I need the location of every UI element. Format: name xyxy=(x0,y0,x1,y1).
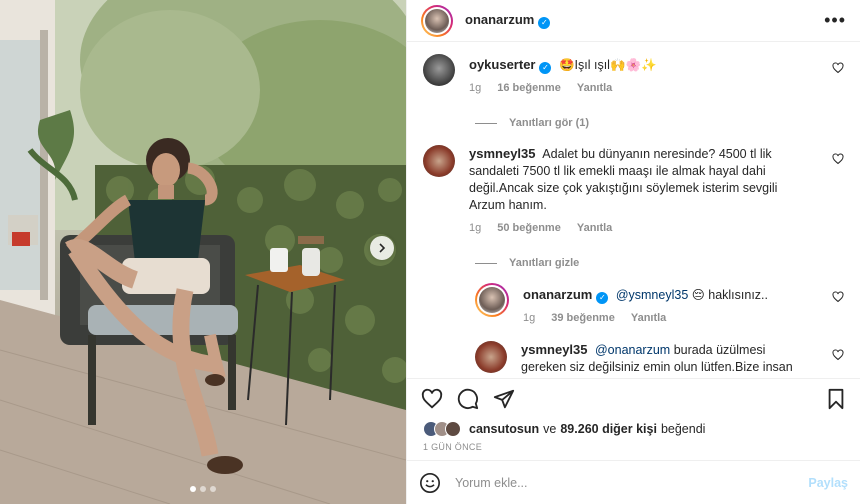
reply-button[interactable]: Yanıtla xyxy=(577,80,612,97)
reply-likes[interactable]: 39 beğenme xyxy=(551,310,615,327)
reply-mention[interactable]: @onanarzum xyxy=(595,343,670,357)
reply-button[interactable]: Yanıtla xyxy=(631,310,666,327)
comment-text: 🤩Işıl ışıl🙌🌸✨ xyxy=(558,58,657,72)
liker-avatars[interactable] xyxy=(423,421,461,437)
view-replies-label[interactable]: Yanıtları gör (1) xyxy=(509,117,589,129)
carousel-dot xyxy=(200,486,206,492)
author-name[interactable]: onanarzum xyxy=(465,12,534,27)
carousel-next-button[interactable] xyxy=(370,236,394,260)
carousel-dot xyxy=(210,486,216,492)
verified-badge-icon: ✓ xyxy=(538,17,551,29)
reply-author-avatar[interactable] xyxy=(475,283,509,317)
reply-username[interactable]: ysmneyl35 xyxy=(521,342,588,357)
share-paper-plane-icon[interactable] xyxy=(493,388,515,410)
instagram-post-modal: onanarzum ✓ ••• oykuserter ✓ 🤩Işıl ışıl🙌🌸✨… xyxy=(0,0,860,504)
reply-item: ysmneyl35 @onanarzum burada üzülmesi ger… xyxy=(475,341,844,378)
hide-replies-toggle[interactable]: Yanıtları gizle xyxy=(475,257,844,269)
comment-time: 1g xyxy=(469,222,482,234)
carousel-dot xyxy=(190,486,196,492)
commenter-avatar[interactable] xyxy=(423,145,455,177)
other-likers-count[interactable]: 89.260 diğer kişi xyxy=(560,422,657,436)
comment-item: ysmneyl35 Adalet bu dünyanın neresinde? … xyxy=(423,145,844,237)
post-actions-bar xyxy=(407,378,860,418)
add-comment-bar: Yorum ekle... Paylaş xyxy=(407,460,860,504)
comment-input[interactable]: Yorum ekle... xyxy=(455,476,528,490)
commenter-username[interactable]: ysmneyl35 xyxy=(469,146,536,161)
reply-username[interactable]: onanarzum xyxy=(523,287,592,302)
like-heart-icon[interactable] xyxy=(421,388,443,410)
reply-time: 1g xyxy=(523,312,536,324)
like-reply-heart-icon[interactable] xyxy=(832,349,844,361)
photo-illustration xyxy=(0,0,406,504)
comment-bubble-icon[interactable] xyxy=(457,388,479,410)
comments-list[interactable]: oykuserter ✓ 🤩Işıl ışıl🙌🌸✨ 1g 16 beğenme … xyxy=(407,42,860,378)
comment-likes[interactable]: 50 beğenme xyxy=(497,220,561,237)
emoji-smiley-icon[interactable] xyxy=(419,472,441,494)
liker-avatar[interactable] xyxy=(445,421,461,437)
chevron-right-icon xyxy=(379,243,386,253)
view-replies-toggle[interactable]: Yanıtları gör (1) xyxy=(475,117,844,129)
commenter-username[interactable]: oykuserter xyxy=(469,57,535,72)
like-comment-heart-icon[interactable] xyxy=(832,153,844,165)
save-bookmark-icon[interactable] xyxy=(826,388,846,410)
post-comment-button[interactable]: Paylaş xyxy=(808,476,848,490)
like-reply-heart-icon[interactable] xyxy=(832,291,844,303)
reply-text: 😔 haklısınız.. xyxy=(691,288,769,302)
post-timestamp[interactable]: 1 GÜN ÖNCE xyxy=(407,440,860,460)
first-liker-username[interactable]: cansutosun xyxy=(469,422,539,436)
carousel-dots xyxy=(0,486,406,492)
post-header: onanarzum ✓ ••• xyxy=(407,0,860,42)
commenter-avatar[interactable] xyxy=(423,54,455,86)
comment-likes[interactable]: 16 beğenme xyxy=(497,80,561,97)
likes-suffix: beğendi xyxy=(660,422,706,436)
comment-time: 1g xyxy=(469,82,482,94)
comment-item: oykuserter ✓ 🤩Işıl ışıl🙌🌸✨ 1g 16 beğenme … xyxy=(423,54,844,97)
author-avatar[interactable] xyxy=(421,4,453,37)
reply-button[interactable]: Yanıtla xyxy=(577,220,612,237)
reply-item: onanarzum ✓ @ysmneyl35 😔 haklısınız.. 1g … xyxy=(475,283,844,327)
like-comment-heart-icon[interactable] xyxy=(832,62,844,74)
post-side-panel: onanarzum ✓ ••• oykuserter ✓ 🤩Işıl ışıl🙌🌸✨… xyxy=(406,0,860,504)
likes-joiner: ve xyxy=(543,422,557,436)
reply-author-avatar[interactable] xyxy=(475,341,507,373)
author-username[interactable]: onanarzum ✓ xyxy=(465,12,551,29)
hide-replies-label[interactable]: Yanıtları gizle xyxy=(509,257,579,269)
verified-badge-icon: ✓ xyxy=(539,62,552,74)
likes-summary: cansutosun ve 89.260 diğer kişi beğendi xyxy=(407,418,860,440)
verified-badge-icon: ✓ xyxy=(596,292,609,304)
more-options-icon[interactable]: ••• xyxy=(824,10,846,31)
post-photo[interactable] xyxy=(0,0,406,504)
reply-mention[interactable]: @ysmneyl35 xyxy=(616,288,688,302)
